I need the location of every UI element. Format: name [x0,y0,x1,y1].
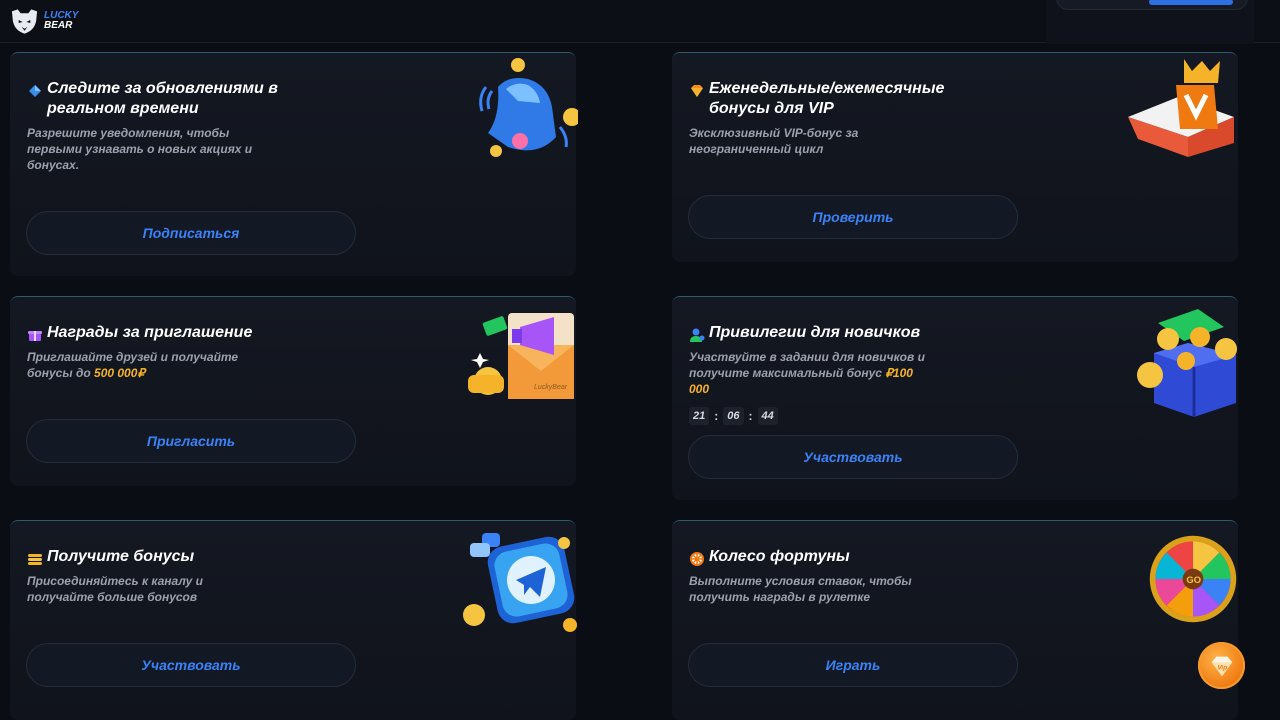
play-button[interactable]: Играть [688,643,1018,687]
diamond-blue-icon [29,85,41,97]
deposit-button[interactable] [1149,0,1233,5]
megaphone-label: LuckyBear [534,384,568,391]
card-title: Следите за обновлениями в реальном време… [47,80,278,117]
card-referral: Награды за приглашение Приглашайте друзе… [10,296,576,486]
card-title: Привилегии для новичков [709,324,921,341]
card-description: Эксклюзивный VIP-бонус за неограниченный… [689,126,859,156]
bonus-amount: 500 000₽ [94,366,146,380]
logo[interactable]: LUCKY BEAR [9,7,78,35]
timer-separator: : [748,409,753,423]
card-description: Присоединяйтесь к каналу и получайте бол… [27,574,204,604]
card-title: Получите бонусы [47,548,195,565]
card-description: Разрешите уведомления, чтобы первыми узн… [27,126,253,172]
vip-floating-button[interactable]: Vip [1198,642,1245,689]
vip-label: Vip [1217,664,1227,671]
card-description: Участвуйте в задании для новичков и полу… [689,349,925,397]
invite-button[interactable]: Пригласить [26,419,356,463]
participate-button[interactable]: Участвовать [26,643,356,687]
account-pill[interactable] [1056,0,1248,10]
card-title: Награды за приглашение [47,324,253,341]
card-newbie: Привилегии для новичков Участвуйте в зад… [672,296,1238,500]
card-description: Выполните условия ставок, чтобы получить… [689,574,912,604]
card-wheel: Колесо фортуны Выполните условия ставок,… [672,520,1238,720]
megaphone-icon: LuckyBear [468,313,574,399]
fortune-wheel-icon: GO [1149,535,1237,623]
subscribe-button[interactable]: Подписаться [26,211,356,255]
card-notifications: Следите за обновлениями в реальном време… [10,52,578,276]
card-channel: Получите бонусы Присоединяйтесь к каналу… [10,520,577,720]
user-icon [690,328,705,342]
card-vip-bonus: Еженедельные/ежемесячные бонусы для VIP … [672,52,1238,262]
coins-stack-icon [28,554,42,565]
treasure-box-icon [1137,309,1237,417]
timer-separator: : [714,409,719,423]
header-actions [1046,0,1254,44]
timer-hours: 21 [689,407,710,425]
card-description: Приглашайте друзей и получайте бонусы до… [27,349,267,381]
vip-diamond-icon: Vip [1211,656,1232,676]
card-title: Еженедельные/ежемесячные бонусы для VIP [709,80,945,117]
vip-gift-icon [1128,59,1234,157]
timer-minutes: 06 [723,407,744,425]
countdown-timer: 21 : 06 : 44 [689,407,778,425]
bear-logo-icon [11,9,38,34]
check-button[interactable]: Проверить [688,195,1018,239]
card-title: Колесо фортуны [709,548,850,565]
diamond-orange-icon [691,85,703,97]
bell-icon [479,58,578,157]
timer-seconds: 44 [757,407,778,425]
logo-text-bear: BEAR [44,20,73,31]
wheel-go-label: GO [1186,574,1201,585]
telegram-icon [463,533,577,632]
wheel-icon [690,552,704,566]
gift-purple-icon [28,331,42,341]
participate-button[interactable]: Участвовать [688,435,1018,479]
